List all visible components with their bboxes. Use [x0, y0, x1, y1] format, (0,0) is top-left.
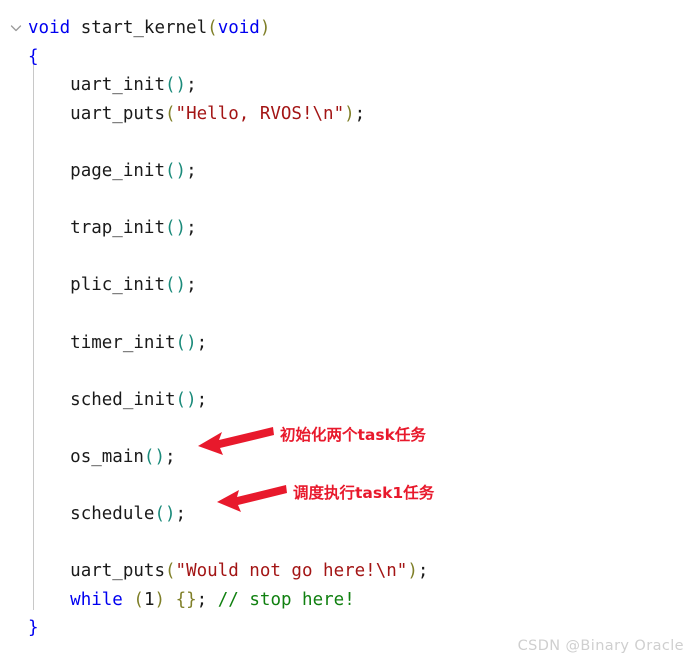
code-token: }: [28, 618, 39, 639]
code-token: (: [133, 589, 144, 610]
code-line[interactable]: [0, 186, 696, 215]
code-token: 1: [143, 589, 155, 610]
code-line[interactable]: while (1) {}; // stop here!: [0, 586, 696, 615]
code-line[interactable]: [0, 243, 696, 272]
code-token: timer_init: [70, 332, 176, 353]
code-line[interactable]: schedule();: [0, 500, 696, 529]
code-token: ;: [186, 160, 197, 181]
code-token: ;: [196, 389, 208, 410]
code-token: ;: [186, 75, 197, 96]
code-token: ): [175, 275, 187, 296]
code-token: ): [344, 103, 355, 124]
code-token: ;: [354, 103, 366, 124]
code-token: ): [186, 389, 197, 410]
code-token: ): [154, 446, 166, 467]
code-token: (: [175, 389, 187, 410]
code-line[interactable]: [0, 414, 696, 443]
code-token: ): [186, 332, 197, 353]
code-token: page_init: [70, 160, 165, 181]
code-token: start_kernel: [80, 18, 208, 38]
code-token: ): [165, 504, 176, 525]
code-token: void: [217, 18, 260, 38]
code-line[interactable]: plic_init();: [0, 271, 696, 300]
code-line[interactable]: sched_init();: [0, 386, 696, 415]
code-token: (: [143, 446, 155, 467]
code-token: ;: [196, 589, 208, 610]
code-content[interactable]: void start_kernel(void){ uart_init(); ua…: [0, 14, 696, 643]
code-token: os_main: [70, 446, 144, 467]
code-token: plic_init: [70, 275, 165, 296]
code-line[interactable]: timer_init();: [0, 329, 696, 358]
code-token: ): [259, 18, 271, 38]
code-token: trap_init: [70, 218, 165, 239]
code-token: ;: [417, 561, 429, 582]
code-token: ): [407, 561, 418, 582]
code-token: ): [175, 160, 187, 181]
code-line[interactable]: trap_init();: [0, 214, 696, 243]
code-token: (: [164, 75, 176, 96]
code-token: ): [175, 75, 187, 96]
code-line[interactable]: {: [0, 43, 696, 72]
code-token: (: [164, 561, 176, 582]
code-line[interactable]: os_main();: [0, 443, 696, 472]
code-line[interactable]: page_init();: [0, 157, 696, 186]
code-token: // stop here!: [217, 589, 355, 610]
code-token: (: [207, 18, 218, 38]
code-line[interactable]: uart_init();: [0, 71, 696, 100]
code-token: uart_puts: [70, 561, 165, 582]
code-token: ;: [186, 218, 197, 239]
code-token: uart_init: [70, 75, 165, 96]
code-token: (: [175, 332, 187, 353]
code-token: sched_init: [70, 389, 176, 410]
code-token: (: [154, 504, 165, 525]
code-token: {: [175, 589, 187, 610]
code-token: ): [154, 589, 166, 610]
code-token: (: [164, 160, 176, 181]
code-token: uart_puts: [70, 103, 165, 124]
code-line[interactable]: [0, 472, 696, 501]
code-line[interactable]: void start_kernel(void): [0, 14, 696, 43]
code-token: "Would not go here!\n": [175, 561, 408, 582]
watermark: CSDN @Binary Oracle: [517, 638, 684, 654]
code-line[interactable]: uart_puts("Would not go here!\n");: [0, 557, 696, 586]
code-editor[interactable]: void start_kernel(void){ uart_init(); ua…: [0, 0, 696, 664]
code-token: ;: [165, 446, 176, 467]
code-token: {: [28, 46, 39, 67]
code-token: (: [164, 275, 176, 296]
code-line[interactable]: [0, 357, 696, 386]
code-line[interactable]: uart_puts("Hello, RVOS!\n");: [0, 100, 696, 129]
code-token: (: [164, 103, 176, 124]
code-token: void: [28, 18, 71, 38]
code-token: (: [164, 218, 176, 239]
code-line[interactable]: [0, 128, 696, 157]
code-token: ;: [196, 332, 208, 353]
code-token: while: [70, 589, 123, 610]
code-line[interactable]: [0, 529, 696, 558]
code-token: ): [175, 218, 187, 239]
code-token: ;: [175, 504, 187, 525]
code-token: "Hello, RVOS!\n": [175, 103, 345, 124]
code-token: }: [186, 589, 197, 610]
code-token: schedule: [70, 504, 155, 525]
code-token: ;: [186, 275, 197, 296]
code-line[interactable]: [0, 300, 696, 329]
